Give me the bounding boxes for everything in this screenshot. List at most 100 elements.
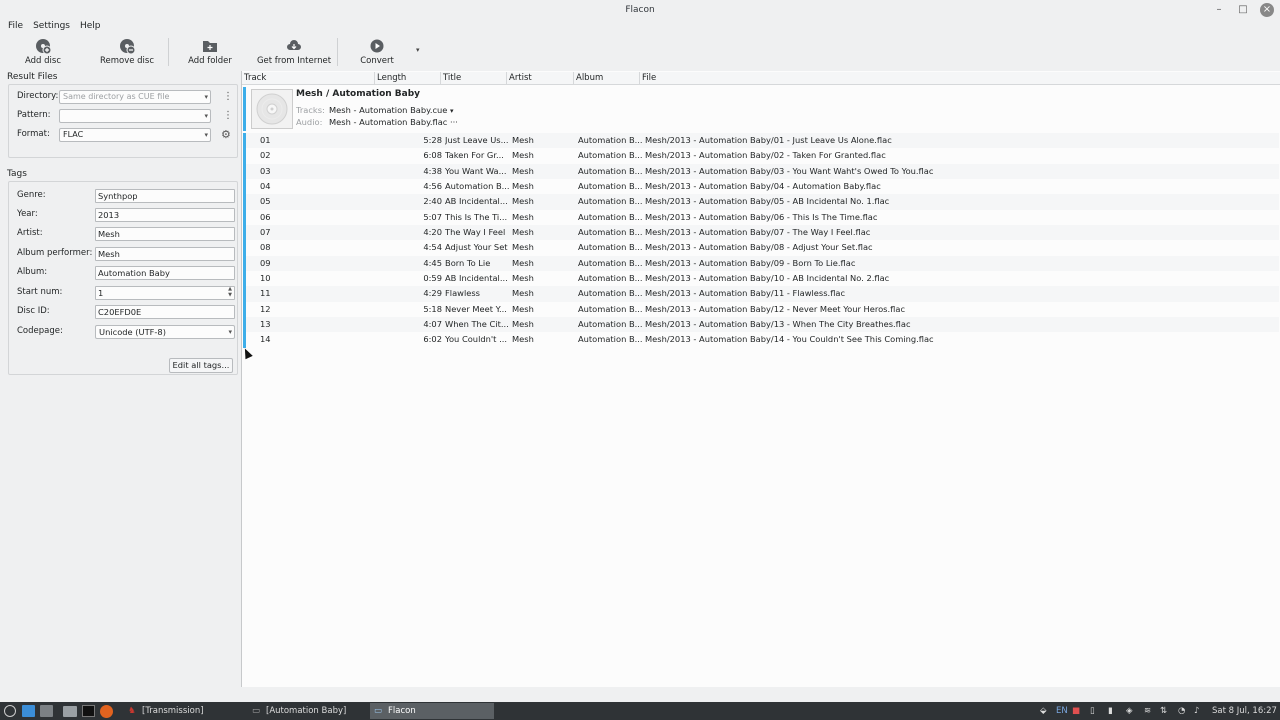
cell-title: Flawless [445,288,481,299]
directory-label: Directory: [17,91,59,101]
battery-icon[interactable]: ▮ [1108,702,1113,720]
start-menu-icon[interactable] [4,705,16,717]
edit-all-tags-button[interactable]: Edit all tags... [169,358,233,373]
start-num-stepper[interactable]: 1 ▲ ▼ [95,286,235,300]
cell-title: This Is The Ti... [445,211,508,222]
remove-disc-button[interactable]: Remove disc [86,34,168,68]
table-row[interactable]: 13 4:07 When The Cit... Mesh Automation B...… [243,317,1279,333]
cell-album: Automation B... [578,227,642,238]
cell-file: Mesh/2013 - Automation Baby/04 - Automat… [645,181,881,192]
table-row[interactable]: 05 2:40 AB Incidental... Mesh Automation B..… [243,194,1279,210]
desktop-icon[interactable] [40,705,53,717]
gear-icon[interactable]: ⚙ [221,129,231,140]
disc-id-input[interactable]: C20EFD0E [95,305,235,319]
cell-album: Automation B... [578,334,642,345]
browser-icon[interactable] [100,705,113,718]
table-row[interactable]: 09 4:45 Born To Lie Mesh Automation B... Mesh… [243,255,1279,272]
cell-file: Mesh/2013 - Automation Baby/13 - When Th… [645,319,911,330]
stepper-arrows-icon[interactable]: ▲ ▼ [228,286,232,298]
table-row[interactable]: 01 5:28 Just Leave Us... Mesh Automation B..… [243,133,1279,149]
menu-bar: File Settings Help [0,20,101,34]
volume-icon[interactable]: ♪ [1194,702,1199,720]
table-row[interactable]: 07 4:20 The Way I Feel Mesh Automation B... M… [243,225,1279,241]
column-file[interactable]: File [640,72,1280,85]
cell-length: 4:07 [423,319,442,330]
disc-header[interactable]: Mesh / Automation Baby Tracks: Mesh - Aut… [243,87,1279,131]
convert-menu-arrow-icon[interactable]: ▾ [416,46,420,54]
add-disc-button[interactable]: Add disc [0,34,86,68]
result-files-title: Result Files [7,72,58,82]
menu-help[interactable]: Help [80,20,101,34]
menu-file[interactable]: File [8,20,23,34]
cell-file: Mesh/2013 - Automation Baby/10 - AB Inci… [645,273,890,284]
genre-label: Genre: [17,190,46,200]
album-performer-input[interactable]: Mesh [95,247,235,261]
pattern-combo[interactable]: ▾ [59,109,211,123]
cell-track: 05 [260,196,271,207]
directory-combo[interactable]: Same directory as CUE file ▾ [59,90,211,104]
cell-file: Mesh/2013 - Automation Baby/05 - AB Inci… [645,196,890,207]
directory-kebab-icon[interactable]: ⋮ [223,92,233,102]
table-row[interactable]: 12 5:18 Never Meet Y... Mesh Automation B...… [243,301,1279,318]
table-row[interactable]: 02 6:08 Taken For Gr... Mesh Automation B...… [243,148,1279,164]
disc-cover-icon[interactable] [251,89,293,129]
disc-audio-line[interactable]: Audio: Mesh - Automation Baby.flac ··· [296,117,458,127]
cell-artist: Mesh [512,257,534,268]
album-input[interactable]: Automation Baby [95,266,235,280]
cell-artist: Mesh [512,303,534,314]
cell-file: Mesh/2013 - Automation Baby/12 - Never M… [645,303,906,314]
cell-track: 09 [260,257,271,268]
chevron-down-icon[interactable]: ▾ [450,107,454,115]
task-transmission[interactable]: ♞ [Transmission] [124,703,240,719]
table-row[interactable]: 03 4:38 You Want Wa... Mesh Automation B... M… [243,163,1279,180]
genre-input[interactable]: Synthpop [95,189,235,203]
wifi-signal-icon[interactable]: ◔ [1178,702,1185,720]
maximize-button[interactable]: □ [1236,3,1250,17]
minimize-button[interactable]: – [1212,3,1226,17]
artist-input[interactable]: Mesh [95,227,235,241]
get-from-internet-button[interactable]: Get from Internet [251,34,337,68]
add-folder-button[interactable]: Add folder [169,34,251,68]
menu-settings[interactable]: Settings [33,20,70,34]
shield-icon[interactable]: ◈ [1126,702,1133,720]
close-button[interactable]: × [1260,3,1274,17]
dropbox-icon[interactable]: ⬙ [1040,702,1047,720]
cell-album: Automation B... [578,303,642,314]
column-artist[interactable]: Artist [507,72,574,85]
table-header: Track Length Title Artist Album File [242,72,1280,85]
task-automation-baby[interactable]: ▭ [Automation Baby] [248,703,366,719]
wifi-icon[interactable]: ≋ [1144,702,1151,720]
column-track[interactable]: Track [242,72,375,85]
network-icon[interactable]: ⇅ [1160,702,1167,720]
table-row[interactable]: 10 0:59 AB Incidental... Mesh Automation B..… [243,271,1279,287]
task-flacon[interactable]: ▭ Flacon [370,703,494,719]
column-album[interactable]: Album [574,72,640,85]
folder-icon[interactable] [63,706,77,717]
year-input[interactable]: 2013 [95,208,235,222]
format-combo[interactable]: FLAC ▾ [59,128,211,142]
clock[interactable]: Sat 8 Jul, 16:27 [1212,702,1277,720]
clipboard-icon[interactable]: ▯ [1090,702,1095,720]
column-length[interactable]: Length [375,72,441,85]
left-panel: Result Files Directory: Same directory a… [4,70,238,686]
keyboard-layout[interactable]: EN [1056,702,1068,720]
column-title[interactable]: Title [441,72,507,85]
table-row[interactable]: 11 4:29 Flawless Mesh Automation B... Mesh/20… [243,286,1279,302]
table-row[interactable]: 04 4:56 Automation B... Mesh Automation B...… [243,179,1279,195]
terminal-icon[interactable] [82,705,95,717]
convert-button[interactable]: Convert [338,34,416,68]
table-row[interactable]: 08 4:54 Adjust Your Set Mesh Automation B...… [243,240,1279,256]
table-row[interactable]: 06 5:07 This Is The Ti... Mesh Automation B.… [243,209,1279,226]
more-icon[interactable]: ··· [450,117,458,127]
codepage-combo[interactable]: Unicode (UTF-8) ▾ [95,325,235,339]
file-manager-icon[interactable] [22,705,35,717]
cell-file: Mesh/2013 - Automation Baby/11 - Flawles… [645,288,846,299]
chevron-down-icon: ▾ [204,112,208,120]
table-row[interactable]: 14 6:02 You Couldn't ... Mesh Automation B..… [243,332,1279,348]
disc-tracks-line[interactable]: Tracks: Mesh - Automation Baby.cue ▾ [296,105,454,115]
record-icon[interactable]: ■ [1072,702,1080,720]
pattern-kebab-icon[interactable]: ⋮ [223,111,233,121]
format-label: Format: [17,129,50,139]
cell-length: 4:38 [423,165,442,176]
cell-length: 4:20 [423,227,442,238]
